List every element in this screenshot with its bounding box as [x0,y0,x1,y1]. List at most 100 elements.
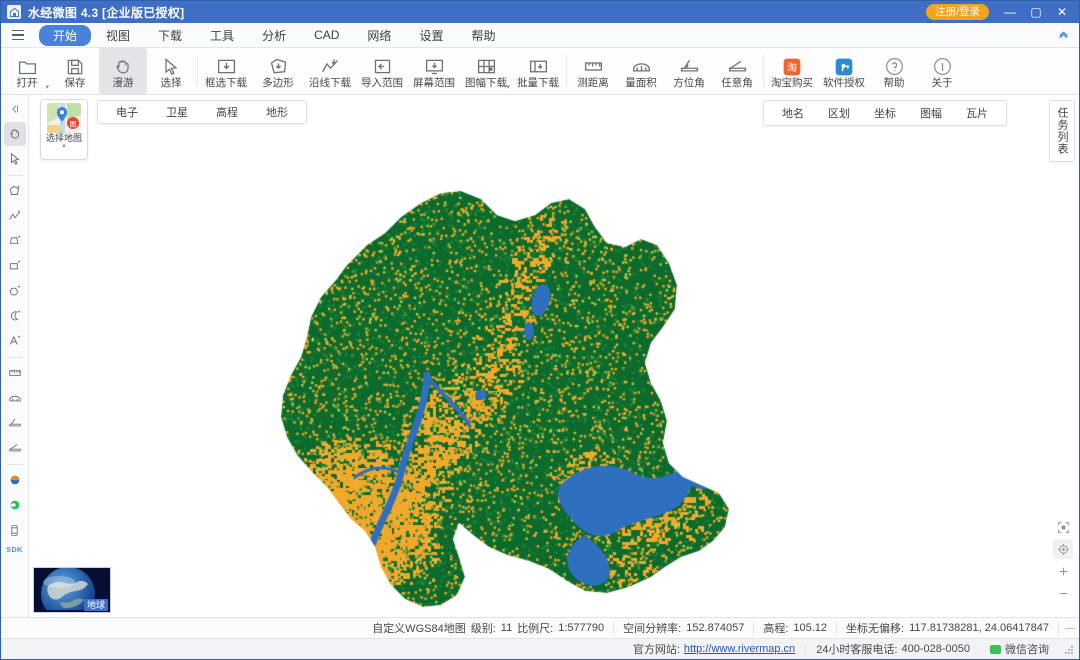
ribbon-label: 选择 [160,77,182,90]
ribbon-open-button[interactable]: 打开 ▾ [3,48,51,94]
task-list-tab[interactable]: 任务列表 [1049,100,1075,162]
minimize-button[interactable]: — [997,2,1023,22]
map-selector-button[interactable]: 图 选择地图 ▼ [40,99,88,160]
official-site-link[interactable]: http://www.rivermap.cn [684,643,795,655]
ribbon-separator [566,55,567,87]
rail-rectangle-tool[interactable] [4,254,26,278]
application-window: 水经微图 4.3 [企业版已授权] 注册/登录 — ▢ ✕ 开始 视图 下载 工… [0,0,1080,660]
zoom-in-icon[interactable] [1053,561,1073,581]
svg-text:淘: 淘 [787,61,797,74]
wechat-green-icon[interactable] [4,493,26,517]
ribbon-polygon-button[interactable]: 多边形 [252,48,304,94]
menu-item-network[interactable]: 网络 [354,25,404,46]
ribbon-label: 批量下载 [517,77,559,90]
ribbon-measure-area-button[interactable]: 量面积 [617,48,665,94]
help-circle-icon [884,53,905,77]
mobile-device-icon[interactable] [4,518,26,542]
rail-separator [6,357,23,358]
phone-label: 24小时客服电话: [816,644,898,656]
rail-circle-tool[interactable] [4,279,26,303]
rail-polyline-tool[interactable] [4,204,26,228]
zoom-out-icon[interactable] [1053,583,1073,603]
rail-measure-distance-tool[interactable] [4,361,26,385]
rail-arc-tool[interactable] [4,304,26,328]
rail-shape-tool[interactable] [4,229,26,253]
menu-item-download[interactable]: 下载 [145,25,195,46]
ribbon-about-button[interactable]: 关于 [918,48,966,94]
ribbon-import-range-button[interactable]: 导入范围 [356,48,408,94]
rail-free-angle-tool[interactable] [4,436,26,460]
ribbon-select-button[interactable]: 选择 [147,48,195,94]
login-register-button[interactable]: 注册/登录 [926,3,989,21]
ribbon-separator [197,55,198,87]
menu-item-view[interactable]: 视图 [93,25,143,46]
site-label: 官方网站: [632,644,680,656]
ribbon-rect-download-button[interactable]: 框选下载 [200,48,252,94]
rail-text-tool[interactable] [4,329,26,353]
map-canvas[interactable]: 图 选择地图 ▼ 电子 卫星 高程 地形 地名 区划 坐标 图幅 瓦片 任务列表… [29,95,1079,617]
measure-distance-icon [583,53,604,77]
ribbon-save-button[interactable]: 保存 [51,48,99,94]
layer-tab-terrain[interactable]: 地形 [252,102,302,122]
ribbon-label: 帮助 [883,77,905,90]
fit-extent-icon[interactable] [1053,517,1073,537]
maximize-button[interactable]: ▢ [1023,2,1049,22]
floppy-save-icon [65,53,85,77]
ribbon-batch-download-button[interactable]: 批量下载 [512,48,564,94]
rect-download-icon [216,53,237,77]
menu-item-help[interactable]: 帮助 [458,25,508,46]
rail-azimuth-tool[interactable] [4,411,26,435]
ribbon-measure-distance-button[interactable]: 测距离 [569,48,617,94]
locate-crosshair-icon[interactable] [1053,539,1073,559]
folder-open-icon [17,53,38,77]
ribbon-label: 量面积 [625,77,657,90]
rail-select-tool[interactable] [4,147,26,171]
sdk-label[interactable]: SDK [6,545,23,554]
globe-thumbnail[interactable]: 地球 [33,567,111,613]
layer-tab-elevation[interactable]: 高程 [202,102,252,122]
wechat-group[interactable]: 微信咨询 [980,641,1059,657]
ribbon-polyline-download-button[interactable]: 沿线下载 [304,48,356,94]
ribbon-help-button[interactable]: 帮助 [870,48,918,94]
hamburger-menu-icon[interactable] [7,26,29,44]
query-tab-placename[interactable]: 地名 [770,103,816,123]
landcover-raster[interactable] [29,95,1079,617]
chevron-down-icon[interactable]: ▾ [506,83,510,91]
menu-item-start[interactable]: 开始 [39,24,92,46]
menu-item-settings[interactable]: 设置 [406,25,456,46]
ribbon-pan-button[interactable]: 漫游 [99,48,147,94]
resize-grip-icon[interactable] [1063,644,1073,654]
close-button[interactable]: ✕ [1049,2,1075,22]
query-tab-sheet[interactable]: 图幅 [908,103,954,123]
screen-range-icon [424,53,445,77]
ribbon-screen-range-button[interactable]: 屏幕范围 [408,48,460,94]
layer-tab-satellite[interactable]: 卫星 [152,102,202,122]
ribbon-azimuth-button[interactable]: 方位角 [665,48,713,94]
ribbon-license-button[interactable]: 软件授权 [818,48,870,94]
chevron-down-icon[interactable]: ▾ [45,83,49,91]
query-tab-coordinate[interactable]: 坐标 [862,103,908,123]
earth-globe-icon[interactable] [4,468,26,492]
official-site-group: 官方网站: http://www.rivermap.cn [623,641,805,657]
rail-pan-tool[interactable] [3,122,26,146]
ribbon-free-angle-button[interactable]: 任意角 [713,48,761,94]
collapse-rail-icon[interactable] [4,97,26,121]
query-tab-district[interactable]: 区划 [816,103,862,123]
menu-item-analysis[interactable]: 分析 [249,25,299,46]
level-value: 11 [500,622,513,634]
ribbon-label: 框选下载 [205,77,247,90]
task-list-label: 任务列表 [1056,107,1068,155]
query-tab-tile[interactable]: 瓦片 [954,103,1000,123]
ribbon-sheet-download-button[interactable]: 图幅下载 ▾ [460,48,512,94]
rail-polygon-tool[interactable] [4,179,26,203]
menu-item-cad[interactable]: CAD [301,26,352,44]
ribbon-taobao-button[interactable]: 淘 淘宝购买 [766,48,818,94]
chevron-down-icon[interactable]: ▼ [61,144,67,150]
layer-tab-electronic[interactable]: 电子 [102,102,152,122]
chevron-double-up-icon[interactable] [1055,26,1071,42]
globe-label: 地球 [83,599,108,611]
map-selector-label: 选择地图 [45,133,82,143]
menu-item-tools[interactable]: 工具 [197,25,247,46]
status-coordinate: 坐标无偏移: 117.81738281, 24.06417847 [837,620,1058,636]
rail-measure-area-tool[interactable] [4,386,26,410]
